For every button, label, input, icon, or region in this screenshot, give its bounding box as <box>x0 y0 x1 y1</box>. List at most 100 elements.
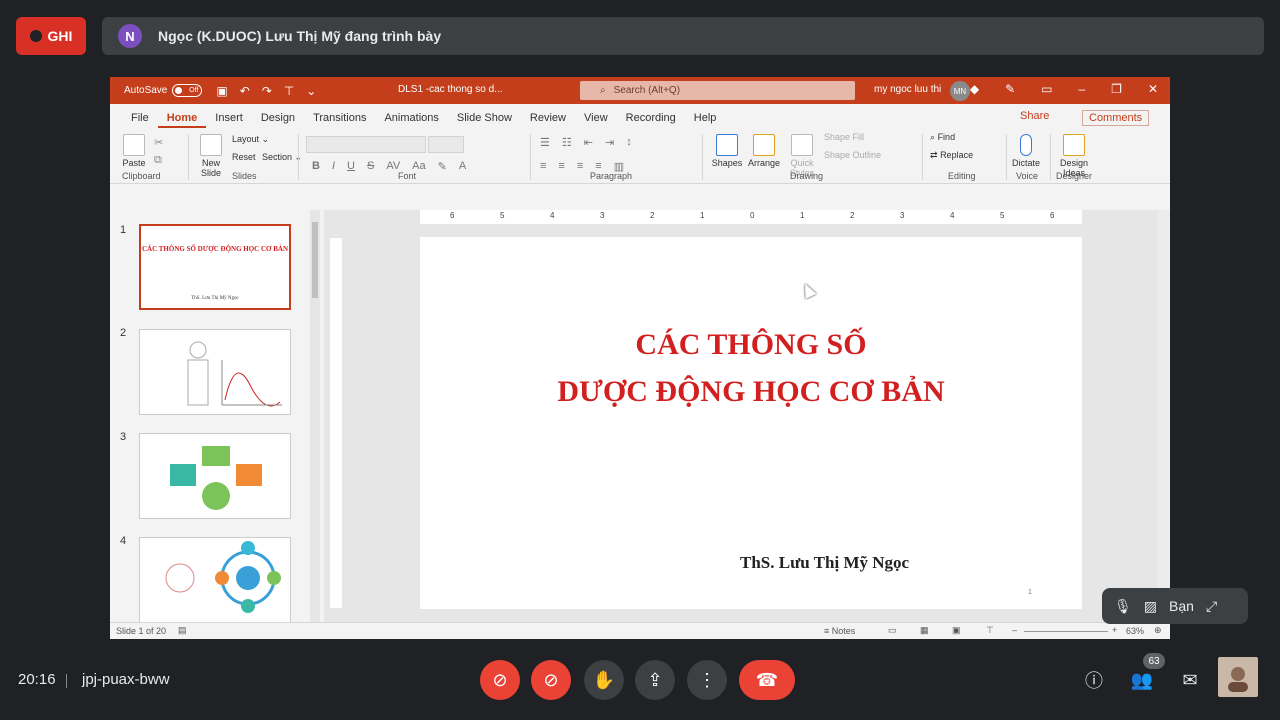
slide-thumbnail-3[interactable] <box>139 433 291 519</box>
file-title[interactable]: DLS1 -cac thong so d... <box>398 84 503 95</box>
tab-slide-show[interactable]: Slide Show <box>448 112 521 128</box>
shape-fill-button[interactable]: Shape Fill <box>824 132 864 142</box>
normal-view-icon[interactable]: ▭ <box>888 625 897 636</box>
camera-toggle-button[interactable]: ⊘ <box>531 660 571 700</box>
tab-home[interactable]: Home <box>157 112 207 128</box>
align-right-icon[interactable]: ≡ <box>577 160 583 173</box>
slideshow-view-icon[interactable]: ⊤ <box>986 625 994 636</box>
new-slide-button[interactable]: New Slide <box>196 134 226 178</box>
zoom-out-icon[interactable]: – <box>1012 625 1017 635</box>
tab-transitions[interactable]: Transitions <box>304 112 375 128</box>
zoom-slider[interactable] <box>1024 631 1108 632</box>
diamond-icon[interactable]: ◆ <box>970 82 979 96</box>
accessibility-icon[interactable]: ▤ <box>178 625 187 636</box>
tab-review[interactable]: Review <box>521 112 575 128</box>
highlight-icon[interactable]: ✎ <box>438 160 447 173</box>
slide-title-line1: CÁC THÔNG SỐ <box>635 328 867 361</box>
slide-title[interactable]: CÁC THÔNG SỐ DƯỢC ĐỘNG HỌC CƠ BẢN <box>420 321 1082 415</box>
numbering-icon[interactable]: ☷ <box>562 136 572 149</box>
bullets-icon[interactable]: ☰ <box>540 136 550 149</box>
find-button[interactable]: ⌕ Find <box>930 132 955 143</box>
cut-icon[interactable]: ✂ <box>154 136 163 149</box>
self-view-tile[interactable]: 🎙 ▨ Bạn ⤢ <box>1102 588 1248 624</box>
replace-button[interactable]: ⇄ Replace <box>930 150 973 161</box>
mic-toggle-button[interactable]: ⊘ <box>480 660 520 700</box>
present-icon[interactable]: ⊤ <box>284 84 294 98</box>
meeting-info-button[interactable]: ⓘ <box>1082 668 1106 692</box>
slide-scrollbar[interactable] <box>1158 210 1170 622</box>
copy-icon[interactable]: ⧉ <box>154 154 162 167</box>
avatar[interactable] <box>1218 657 1258 697</box>
strikethrough-icon[interactable]: S <box>367 160 374 173</box>
arrange-button[interactable]: Arrange <box>746 134 782 168</box>
save-icon[interactable]: ▣ <box>216 84 227 98</box>
slide-sorter-icon[interactable]: ▦ <box>920 625 929 636</box>
present-button[interactable]: ⇪ <box>635 660 675 700</box>
pen-icon[interactable]: ✎ <box>1005 82 1015 96</box>
chat-button[interactable]: ✉ <box>1178 668 1202 692</box>
restore-icon[interactable]: ❐ <box>1111 82 1122 96</box>
zoom-in-icon[interactable]: + <box>1112 625 1117 635</box>
font-size-box[interactable] <box>428 136 464 153</box>
separator <box>1006 134 1007 180</box>
paste-button[interactable]: Paste <box>120 134 148 168</box>
tab-insert[interactable]: Insert <box>206 112 252 128</box>
undo-icon[interactable]: ↶ <box>240 84 250 98</box>
expand-icon[interactable]: ⤢ <box>1206 598 1217 615</box>
hand-icon: ✋ <box>592 669 616 690</box>
zoom-level[interactable]: 63% <box>1126 626 1144 636</box>
align-left-icon[interactable]: ≡ <box>540 160 546 173</box>
align-center-icon[interactable]: ≡ <box>558 160 564 173</box>
reading-view-icon[interactable]: ▣ <box>952 625 961 636</box>
separator <box>298 134 299 180</box>
customize-icon[interactable]: ⌄ <box>306 84 316 98</box>
thumb4-diagram <box>165 541 281 613</box>
user-avatar[interactable]: MN <box>950 81 970 101</box>
line-spacing-icon[interactable]: ↕ <box>626 136 632 149</box>
tab-help[interactable]: Help <box>685 112 726 128</box>
slide-thumbnail-4[interactable] <box>139 537 291 623</box>
notes-button[interactable]: ≡ Notes <box>824 626 855 636</box>
tab-animations[interactable]: Animations <box>375 112 447 128</box>
search-box[interactable]: ⌕ Search (Alt+Q) <box>580 81 855 100</box>
autosave-toggle[interactable]: Off <box>172 84 203 97</box>
more-options-button[interactable]: ⋮ <box>687 660 727 700</box>
increase-indent-icon[interactable]: ⇥ <box>605 136 614 149</box>
dictate-button[interactable]: Dictate <box>1008 134 1044 168</box>
autosave-control[interactable]: AutoSave Off <box>124 84 203 97</box>
italic-icon[interactable]: I <box>332 160 335 173</box>
reset-button[interactable]: Reset <box>232 152 256 162</box>
people-button[interactable]: 👥 <box>1130 668 1154 692</box>
raise-hand-button[interactable]: ✋ <box>584 660 624 700</box>
tab-file[interactable]: File <box>122 112 158 128</box>
tab-view[interactable]: View <box>575 112 617 128</box>
ribbon-display-icon[interactable]: ▭ <box>1041 82 1052 96</box>
layout-button[interactable]: Layout ⌄ <box>232 134 269 145</box>
minimize-icon[interactable]: – <box>1078 82 1085 96</box>
current-slide[interactable]: CÁC THÔNG SỐ DƯỢC ĐỘNG HỌC CƠ BẢN ThS. L… <box>420 237 1082 609</box>
fit-slide-icon[interactable]: ⊕ <box>1154 625 1162 636</box>
font-name-box[interactable] <box>306 136 426 153</box>
underline-icon[interactable]: U <box>347 160 355 173</box>
meeting-code[interactable]: jpj-puax-bww <box>82 671 170 688</box>
slide-author[interactable]: ThS. Lưu Thị Mỹ Ngọc <box>740 553 909 573</box>
thumbnails-scrollbar[interactable] <box>310 210 320 622</box>
share-button[interactable]: Share <box>1020 110 1049 122</box>
section-button[interactable]: Section ⌄ <box>262 152 302 163</box>
leave-call-button[interactable]: ☎ <box>739 660 795 700</box>
shapes-button[interactable]: Shapes <box>710 134 744 168</box>
tab-recording[interactable]: Recording <box>617 112 685 128</box>
close-icon[interactable]: ✕ <box>1148 82 1158 96</box>
slide-thumbnail-1[interactable]: CÁC THÔNG SỐ DƯỢC ĐỘNG HỌC CƠ BẢN ThS. L… <box>139 224 291 310</box>
slide-title-line2: DƯỢC ĐỘNG HỌC CƠ BẢN <box>557 375 945 408</box>
bold-icon[interactable]: B <box>312 160 320 173</box>
decrease-indent-icon[interactable]: ⇤ <box>584 136 593 149</box>
font-color-icon[interactable]: A <box>459 160 466 173</box>
slide-thumbnail-2[interactable] <box>139 329 291 415</box>
shape-outline-button[interactable]: Shape Outline <box>824 150 881 160</box>
comments-button[interactable]: Comments <box>1082 110 1150 126</box>
user-name[interactable]: my ngoc luu thi <box>874 84 941 95</box>
tab-design[interactable]: Design <box>252 112 304 128</box>
separator <box>530 134 531 180</box>
redo-icon[interactable]: ↷ <box>262 84 272 98</box>
